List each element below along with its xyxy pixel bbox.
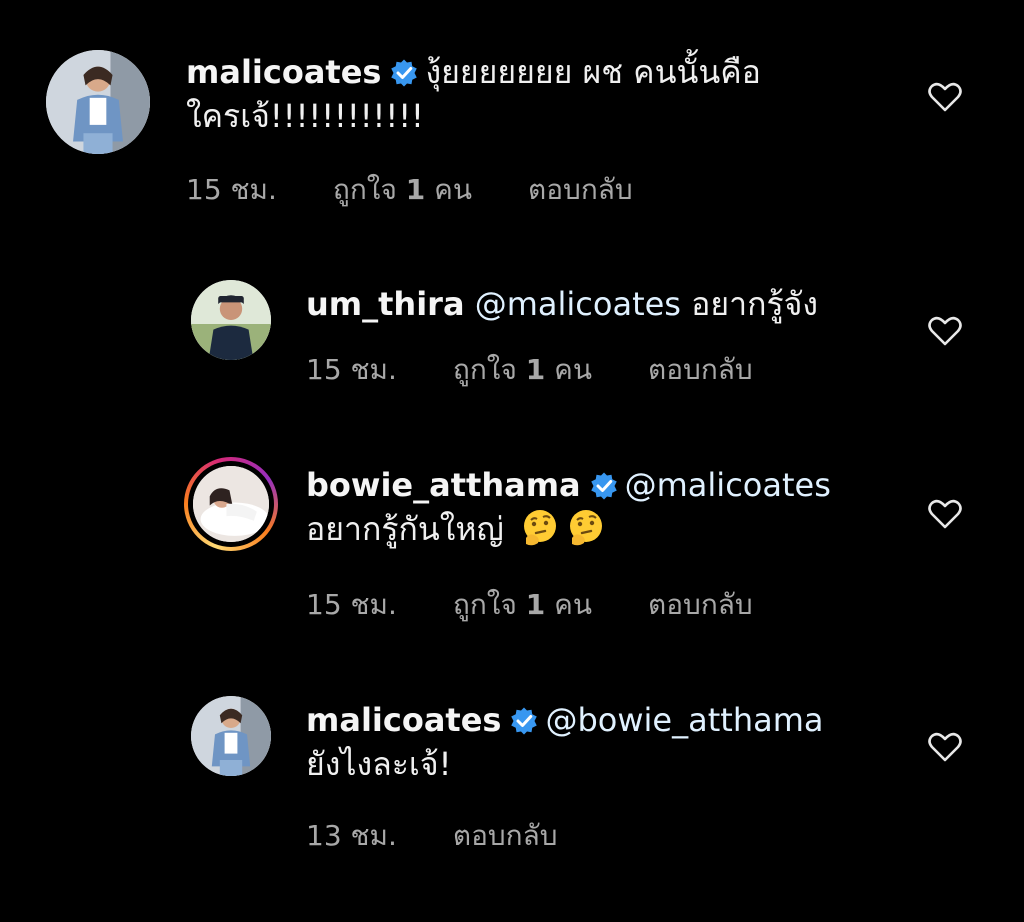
timestamp: 15 ชม. (306, 353, 397, 386)
avatar[interactable] (191, 280, 271, 360)
thinking-face-emoji-icon (523, 510, 556, 546)
likes-count[interactable]: ถูกใจ 1 คน (333, 173, 472, 206)
verified-badge-icon (391, 59, 418, 87)
username[interactable]: malicoates (306, 701, 501, 739)
heart-icon[interactable] (928, 499, 962, 529)
timestamp: 15 ชม. (306, 588, 397, 621)
heart-icon[interactable] (928, 82, 962, 112)
comment-text-line2: ใครเจ้!!!!!!!!!!!! (186, 97, 424, 135)
timestamp: 13 ชม. (306, 819, 397, 852)
comment-1: malicoates งุ้ยยยยยยย ผช คนนั้นคือ ใครเจ้… (0, 0, 1024, 230)
timestamp: 15 ชม. (186, 173, 277, 206)
avatar-image (191, 280, 271, 360)
avatar[interactable] (191, 696, 271, 776)
mention-link[interactable]: @malicoates (625, 466, 831, 504)
comment-text: งุ้ยยยยยยย ผช คนนั้นคือ (425, 53, 761, 91)
comment-meta: 15 ชม. ถูกใจ 1 คน ตอบกลับ (306, 348, 809, 392)
likes-prefix: ถูกใจ (452, 588, 517, 621)
verified-badge-icon (590, 472, 617, 500)
comment-body: um_thira @malicoates อยากรู้จัง (306, 282, 818, 326)
mention-link[interactable]: @malicoates (475, 285, 681, 323)
comment-body: bowie_atthama @malicoates อยากรู้กันใหญ่ (306, 463, 886, 551)
likes-suffix: คน (554, 353, 593, 386)
comment-3: bowie_atthama @malicoates อยากรู้กันใหญ่ (0, 445, 1024, 625)
reply-button[interactable]: ตอบกลับ (453, 819, 558, 852)
heart-icon[interactable] (928, 732, 962, 762)
likes-suffix: คน (434, 173, 473, 206)
likes-number: 1 (525, 588, 546, 621)
username[interactable]: bowie_atthama (306, 466, 581, 504)
avatar-image (191, 696, 271, 776)
likes-prefix: ถูกใจ (452, 353, 517, 386)
avatar (193, 466, 269, 542)
comment-text: ยังไงละเจ้! (306, 745, 452, 783)
avatar-image (193, 466, 269, 542)
likes-number: 1 (405, 173, 426, 206)
comment-meta: 13 ชม. ตอบกลับ (306, 814, 614, 858)
username[interactable]: malicoates (186, 53, 381, 91)
comment-2: um_thira @malicoates อยากรู้จัง 15 ชม. ถู… (0, 270, 1024, 390)
comment-body: malicoates @bowie_atthama ยังไงละเจ้! (306, 698, 906, 786)
comment-body: malicoates งุ้ยยยยยยย ผช คนนั้นคือ ใครเจ้… (186, 50, 761, 138)
reply-button[interactable]: ตอบกลับ (528, 173, 633, 206)
thinking-face-emoji-icon (569, 510, 602, 546)
username[interactable]: um_thira (306, 285, 465, 323)
story-ring[interactable] (184, 457, 278, 551)
likes-suffix: คน (554, 588, 593, 621)
heart-icon[interactable] (928, 316, 962, 346)
verified-badge-icon (511, 707, 538, 735)
comment-text: อยากรู้กันใหญ่ (306, 510, 504, 548)
comment-meta: 15 ชม. ถูกใจ 1 คน ตอบกลับ (186, 168, 689, 212)
likes-count[interactable]: ถูกใจ 1 คน (453, 353, 592, 386)
comment-meta: 15 ชม. ถูกใจ 1 คน ตอบกลับ (306, 583, 809, 627)
avatar-image (46, 50, 150, 154)
avatar[interactable] (46, 50, 150, 154)
likes-number: 1 (525, 353, 546, 386)
comment-text: อยากรู้จัง (691, 285, 819, 323)
reply-button[interactable]: ตอบกลับ (648, 353, 753, 386)
mention-link[interactable]: @bowie_atthama (545, 701, 823, 739)
reply-button[interactable]: ตอบกลับ (648, 588, 753, 621)
comment-4: malicoates @bowie_atthama ยังไงละเจ้! 13 … (0, 680, 1024, 860)
likes-count[interactable]: ถูกใจ 1 คน (453, 588, 592, 621)
likes-prefix: ถูกใจ (332, 173, 397, 206)
